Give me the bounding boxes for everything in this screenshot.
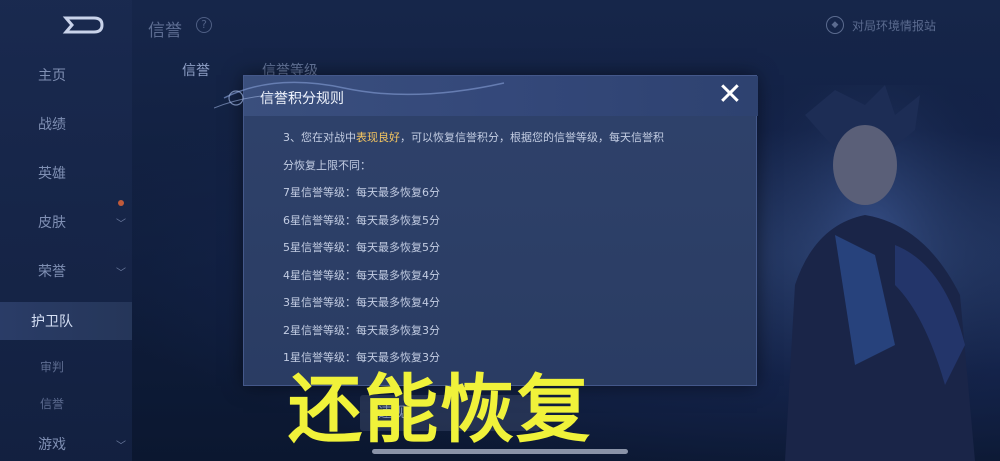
report-station-label: 对局环境情报站 [852, 18, 937, 33]
sidebar-item-honor[interactable]: 荣誉 ﹀ [0, 255, 132, 287]
modal-title: 信誉积分规则 [260, 91, 344, 107]
rule-intro-text: ，可以恢复信誉积分，根据您的信誉等级，每天信誉积 [400, 131, 664, 144]
question-circle-icon[interactable]: ? [196, 17, 212, 33]
rule-item: 5星信誉等级：每天最多恢复5分 [283, 241, 440, 254]
chevron-down-icon: ﹀ [116, 218, 126, 230]
sidebar-item-label: 英雄 [38, 166, 66, 182]
modal-body: 3、您在对战中表现良好，可以恢复信誉积分，根据您的信誉等级，每天信誉积 分恢复上… [283, 124, 733, 372]
home-indicator[interactable] [372, 449, 628, 454]
sidebar-item-home[interactable]: 主页 [0, 59, 132, 91]
sidebar-item-label: 信誉 [39, 396, 64, 411]
decorative-swirl-icon [214, 81, 505, 109]
chevron-down-icon: ﹀ [116, 267, 126, 279]
sidebar-item-judgment[interactable]: 审判 [0, 350, 132, 382]
modal-header: 信誉积分规则 ✕ [214, 76, 758, 116]
game-logo-icon [62, 16, 104, 34]
sidebar-item-label: 荣誉 [38, 264, 66, 280]
report-station-link[interactable]: ◆ 对局环境情报站 [826, 16, 936, 34]
close-icon[interactable]: ✕ [714, 80, 746, 112]
rule-item: 7星信誉等级：每天最多恢复6分 [283, 186, 440, 199]
rule-intro-highlight: 表现良好 [356, 131, 400, 144]
sidebar-item-guard-team[interactable]: 护卫队 [0, 302, 132, 340]
hero-character-illustration [745, 85, 1000, 461]
sidebar-item-label: 游戏 [38, 437, 66, 453]
rule-item: 2星信誉等级：每天最多恢复3分 [283, 323, 440, 337]
sidebar-item-label: 主页 [38, 68, 66, 84]
rule-item: 4星信誉等级：每天最多恢复4分 [283, 268, 440, 282]
video-caption: 还能恢复 [288, 367, 592, 453]
rule-intro: 3、您在对战中表现良好，可以恢复信誉积分，根据您的信誉等级，每天信誉积 [283, 124, 733, 152]
sidebar-item-label: 护卫队 [31, 314, 73, 330]
sidebar-item-heroes[interactable]: 英雄 [0, 157, 132, 189]
sidebar-item-record[interactable]: 战绩 [0, 108, 132, 140]
tab-credit[interactable]: 信誉 [182, 60, 210, 80]
sidebar-item-label: 审判 [39, 359, 64, 374]
rule-intro-text: 3、您在对战中 [283, 131, 356, 144]
chevron-down-icon: ﹀ [116, 440, 126, 452]
sidebar-item-credit[interactable]: 信誉 [0, 387, 132, 419]
notification-dot [118, 200, 124, 206]
rule-item: 6星信誉等级：每天最多恢复5分 [283, 213, 440, 227]
rules-modal: 信誉积分规则 ✕ 3、您在对战中表现良好，可以恢复信誉积分，根据您的信誉等级，每… [214, 75, 758, 386]
rule-intro-continued: 分恢复上限不同： [283, 158, 371, 172]
shield-badge-icon: ◆ [826, 16, 844, 34]
page-title: 信誉 [148, 21, 182, 41]
sidebar-item-label: 皮肤 [38, 215, 66, 231]
sidebar-item-game[interactable]: 游戏 ﹀ [0, 428, 132, 460]
sidebar-item-skins[interactable]: 皮肤 ﹀ [0, 200, 132, 238]
rule-item: 3星信誉等级：每天最多恢复4分 [283, 296, 440, 309]
sidebar-item-label: 战绩 [38, 117, 66, 133]
